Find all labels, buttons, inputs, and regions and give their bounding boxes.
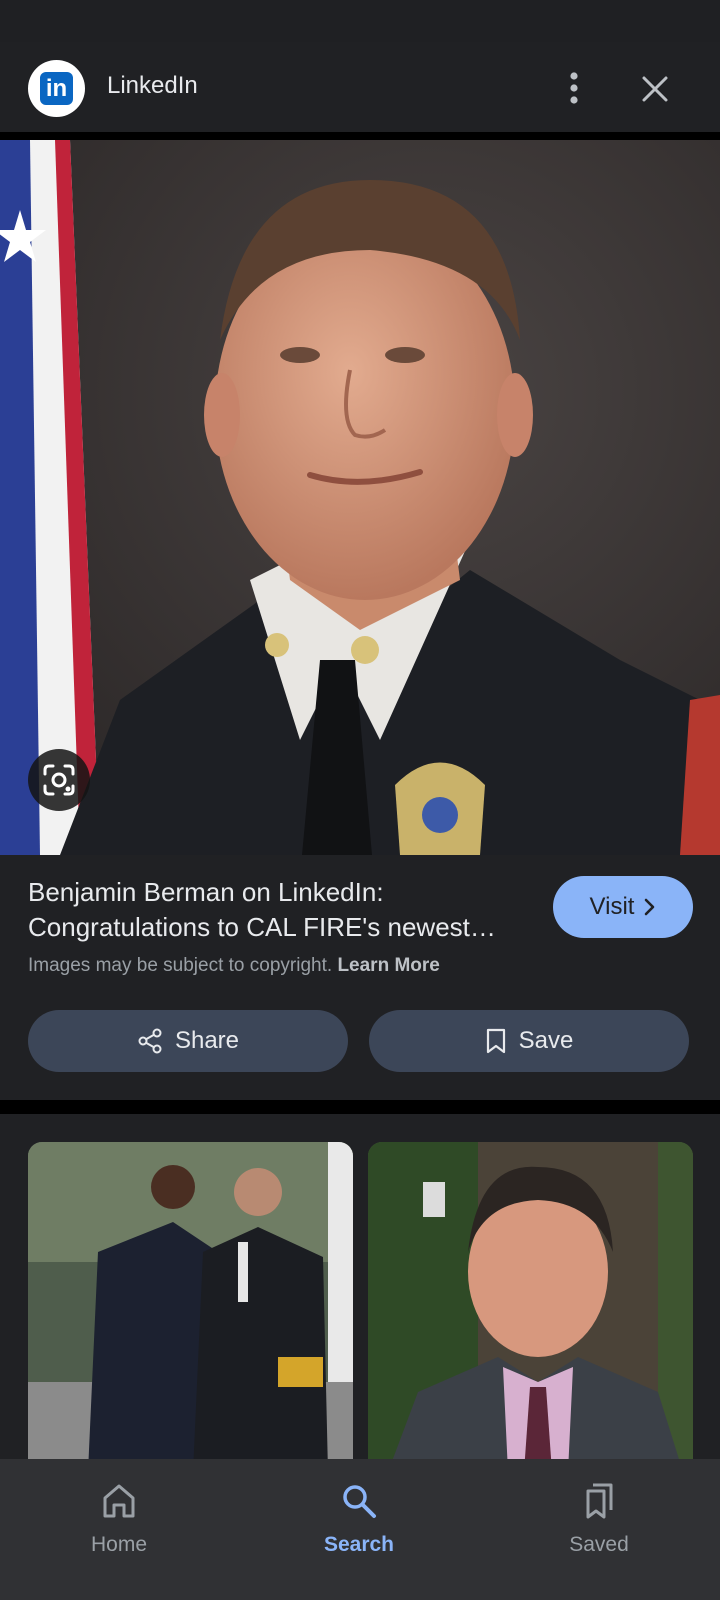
google-lens-icon [43, 764, 75, 796]
chevron-right-icon [645, 898, 655, 916]
section-divider [0, 1100, 720, 1114]
result-title[interactable]: Benjamin Berman on LinkedIn: Congratulat… [28, 875, 528, 945]
bottom-navigation: Home Search Saved [0, 1459, 720, 1600]
portrait-photo [0, 140, 720, 855]
site-name: LinkedIn [107, 72, 198, 99]
nav-saved[interactable]: Saved [519, 1479, 679, 1557]
home-icon [103, 1484, 135, 1518]
copyright-notice: Images may be subject to copyright. Lear… [28, 955, 440, 977]
nav-search[interactable]: Search [279, 1479, 439, 1557]
share-button[interactable]: Share [28, 1010, 348, 1072]
visit-button[interactable]: Visit [553, 876, 693, 938]
related-images-grid [0, 1114, 720, 1459]
close-icon [642, 76, 668, 102]
linkedin-logo: in [28, 60, 85, 117]
bookmark-icon [486, 1028, 505, 1054]
nav-home-label: Home [90, 1533, 148, 1556]
share-label: Share [174, 1027, 240, 1054]
main-image[interactable] [0, 140, 720, 855]
visit-label: Visit [589, 893, 635, 920]
header-divider [0, 132, 720, 140]
nav-home[interactable]: Home [39, 1479, 199, 1557]
nav-saved-label: Saved [569, 1533, 629, 1556]
linkedin-logo-mark: in [40, 72, 73, 105]
copyright-text: Images may be subject to copyright. [28, 955, 333, 976]
viewer-header: in LinkedIn [0, 42, 720, 132]
more-options-button[interactable] [552, 64, 596, 112]
more-vert-icon [570, 72, 578, 104]
lens-search-button[interactable] [28, 749, 90, 811]
related-image-thumbnail[interactable] [28, 1142, 353, 1459]
share-icon [138, 1028, 162, 1054]
save-label: Save [518, 1027, 574, 1054]
saved-icon [586, 1483, 613, 1519]
close-button[interactable] [630, 64, 680, 114]
related-image-thumbnail[interactable] [368, 1142, 693, 1459]
status-bar [0, 0, 720, 42]
search-icon [343, 1485, 376, 1518]
nav-search-label: Search [323, 1533, 395, 1556]
save-button[interactable]: Save [369, 1010, 689, 1072]
related-photo-man-in-suit [368, 1142, 693, 1459]
learn-more-link[interactable]: Learn More [337, 955, 439, 976]
result-info-panel: Benjamin Berman on LinkedIn: Congratulat… [0, 855, 720, 1100]
related-photo-two-firefighters [28, 1142, 353, 1459]
